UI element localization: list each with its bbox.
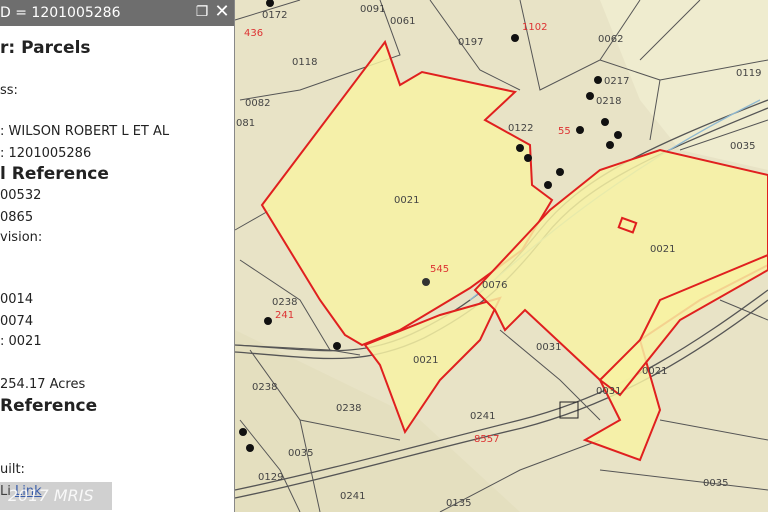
svg-text:1102: 1102 [522, 22, 547, 33]
subdivision-label: vision: [0, 230, 43, 245]
svg-text:0238: 0238 [336, 403, 361, 414]
panel-title: D = 1201005286 [0, 5, 121, 21]
svg-text:0241: 0241 [470, 411, 495, 422]
acreage-field: 254.17 Acres [0, 377, 86, 392]
svg-text:0197: 0197 [458, 37, 483, 48]
svg-text:0035: 0035 [730, 141, 755, 152]
svg-text:0021: 0021 [394, 195, 419, 206]
account-id-field: : 1201005286 [0, 146, 92, 161]
layer-heading: r: Parcels [0, 38, 91, 58]
close-icon[interactable]: ✕ [214, 3, 230, 21]
owner-field: : WILSON ROBERT L ET AL [0, 124, 170, 139]
svg-text:0129: 0129 [258, 472, 283, 483]
svg-text:0118: 0118 [292, 57, 317, 68]
svg-text:545: 545 [430, 264, 449, 275]
parcel-number-field: : 0021 [0, 334, 42, 349]
grid-number-field: 0074 [0, 314, 34, 329]
svg-text:0076: 0076 [482, 280, 507, 291]
watermark: 2017 MRIS [0, 482, 112, 510]
svg-text:081: 081 [236, 118, 255, 129]
svg-text:0238: 0238 [272, 297, 297, 308]
svg-text:0061: 0061 [390, 16, 415, 27]
info-panel: D = 1201005286 ❐ ✕ r: Parcels ss: : WILS… [0, 0, 235, 512]
svg-text:0122: 0122 [508, 123, 533, 134]
map-number-field: 0014 [0, 292, 34, 307]
svg-text:0218: 0218 [596, 96, 621, 107]
svg-text:0031: 0031 [596, 386, 621, 397]
svg-text:0238: 0238 [252, 382, 277, 393]
svg-text:0035: 0035 [703, 478, 728, 489]
svg-text:0217: 0217 [604, 76, 629, 87]
plat-reference-heading: Reference [0, 396, 98, 416]
svg-text:0021: 0021 [413, 355, 438, 366]
svg-text:0135: 0135 [446, 498, 471, 509]
svg-text:0172: 0172 [262, 10, 287, 21]
svg-text:0062: 0062 [598, 34, 623, 45]
svg-text:0091: 0091 [360, 4, 385, 15]
svg-text:0241: 0241 [340, 491, 365, 502]
svg-text:241: 241 [275, 310, 294, 321]
svg-text:0021: 0021 [650, 244, 675, 255]
deed-liber-field: 00532 [0, 188, 42, 203]
svg-text:55: 55 [558, 126, 571, 137]
deed-folio-field: 0865 [0, 210, 34, 225]
year-built-label: uilt: [0, 462, 25, 477]
restore-icon[interactable]: ❐ [194, 4, 210, 20]
svg-text:0031: 0031 [536, 342, 561, 353]
svg-text:0119: 0119 [736, 68, 761, 79]
address-label: ss: [0, 83, 18, 98]
svg-text:0035: 0035 [288, 448, 313, 459]
svg-text:436: 436 [244, 28, 263, 39]
panel-header: D = 1201005286 ❐ ✕ [0, 0, 234, 26]
svg-text:0021: 0021 [642, 366, 667, 377]
deed-reference-heading: l Reference [0, 164, 109, 184]
svg-text:8557: 8557 [474, 434, 499, 445]
svg-text:0082: 0082 [245, 98, 270, 109]
